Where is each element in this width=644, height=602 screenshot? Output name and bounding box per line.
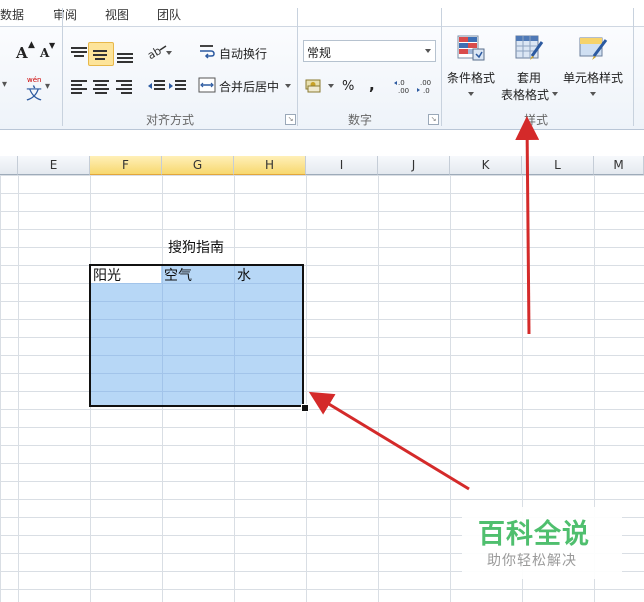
watermark-logo: 百科全说 [478,519,590,550]
excel-window: 数据 审阅 视图 团队 A ▲ A ▼ ▾ 文 wén ▾ ab 自动换行 合并… [0,0,644,602]
watermark-tagline: 助你轻松解决 [487,553,577,569]
arrow-to-selection [308,391,470,491]
arrow-to-format-as-table [515,116,540,335]
